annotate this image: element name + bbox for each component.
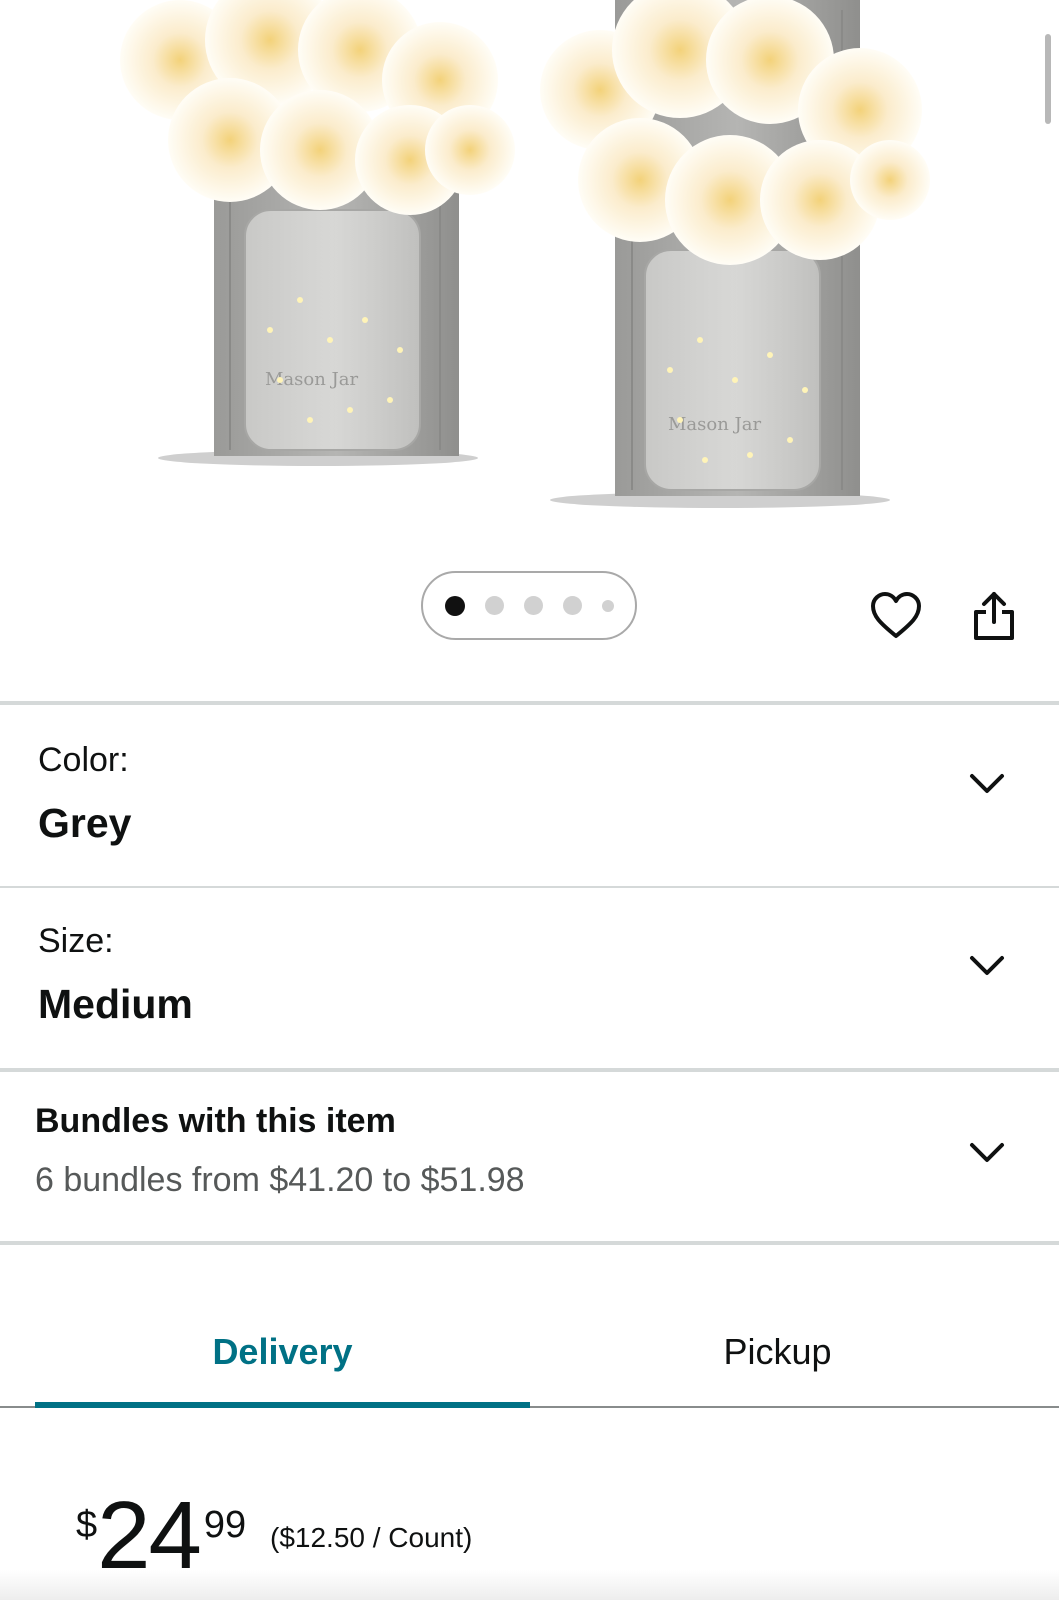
price-currency-symbol: $ [76,1504,98,1546]
carousel-dot-3[interactable] [523,596,543,615]
chevron-down-icon [970,956,1004,975]
product-image[interactable]: Mason Jar Mason Jar [0,0,1059,540]
size-value: Medium [38,981,193,1027]
wishlist-button[interactable] [864,584,928,648]
chevron-down-icon [970,1143,1004,1162]
product-photo: Mason Jar Mason Jar [120,0,930,508]
scrollbar[interactable] [1045,34,1051,124]
chevron-down-icon [970,774,1004,793]
bundles-section[interactable]: Bundles with this item 6 bundles from $4… [0,1072,1059,1242]
carousel-dot-1[interactable] [444,595,465,616]
carousel-dot-4[interactable] [562,596,582,615]
size-label: Size: [38,922,114,960]
price-per-unit: ($12.50 / Count) [270,1522,473,1553]
tab-selected-indicator [35,1402,530,1408]
carousel-dot-2[interactable] [484,596,504,615]
tab-delivery[interactable]: Delivery [35,1310,530,1394]
bundles-title: Bundles with this item [35,1102,396,1140]
image-carousel-indicator[interactable] [421,571,637,640]
share-icon [974,592,1014,640]
share-button[interactable] [962,584,1026,648]
color-selector[interactable]: Color: Grey [0,705,1059,885]
color-value: Grey [38,800,132,846]
color-label: Color: [38,741,129,779]
price-fraction: 99 [203,1504,247,1546]
heart-icon [871,592,921,638]
tab-pickup[interactable]: Pickup [530,1310,1025,1394]
section-divider [0,1241,1059,1245]
size-selector[interactable]: Size: Medium [0,888,1059,1068]
svg-text:Mason Jar: Mason Jar [668,414,761,435]
bundles-price-range: 6 bundles from $41.20 to $51.98 [35,1161,525,1199]
bottom-fade [0,1570,1059,1600]
carousel-dot-5[interactable] [601,599,614,612]
